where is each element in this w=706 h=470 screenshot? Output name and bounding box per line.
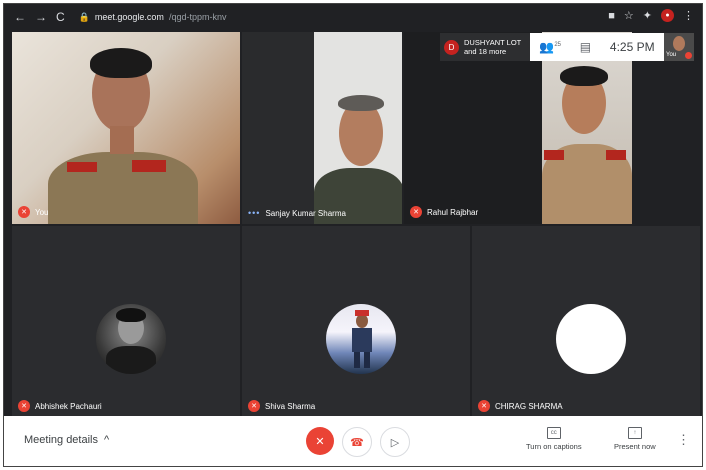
video-tile-you[interactable]: ✕ You bbox=[12, 32, 240, 224]
participant-avatar bbox=[326, 304, 396, 374]
phone-hangup-icon: ☎ bbox=[350, 436, 364, 449]
participant-name: Rahul Rajbhar bbox=[427, 207, 479, 217]
video-grid: ✕ You ••• Sanjay Kumar Sharma ✕ Rahul Ra… bbox=[4, 30, 702, 418]
lock-icon: 🔒 bbox=[78, 11, 90, 22]
url-path: /qgd-tppm-knv bbox=[168, 12, 227, 22]
participant-name: You bbox=[35, 207, 49, 217]
video-tile-shiva[interactable]: ✕ Shiva Sharma bbox=[242, 226, 470, 418]
profile-avatar-icon[interactable]: ● bbox=[661, 9, 674, 22]
video-tile-chirag[interactable]: ✕ CHIRAG SHARMA bbox=[472, 226, 700, 418]
self-view-label: You bbox=[666, 52, 677, 58]
present-icon: ↑ bbox=[627, 427, 642, 439]
forward-icon[interactable]: → bbox=[35, 10, 47, 24]
meeting-clock: 4:25 PM bbox=[609, 40, 655, 54]
menu-kebab-icon[interactable]: ⋮ bbox=[683, 9, 694, 22]
captions-label: Turn on captions bbox=[526, 442, 582, 451]
captions-button[interactable]: cc Turn on captions bbox=[526, 427, 582, 451]
leave-call-button[interactable]: ☎ bbox=[342, 427, 372, 457]
people-button[interactable]: 👥25 bbox=[539, 40, 561, 54]
meeting-details-label: Meeting details bbox=[24, 434, 98, 446]
participant-nametag: ✕ Abhishek Pachauri bbox=[18, 400, 102, 412]
participants-chip-more: and 18 more bbox=[464, 47, 507, 56]
participant-nametag: ••• Sanjay Kumar Sharma bbox=[248, 208, 346, 218]
reload-icon[interactable]: C bbox=[56, 10, 65, 24]
mic-off-icon bbox=[685, 52, 692, 59]
participant-nametag: ✕ CHIRAG SHARMA bbox=[478, 400, 563, 412]
participant-avatar-icon: D bbox=[444, 39, 459, 55]
participant-nametag: ✕ Rahul Rajbhar bbox=[410, 206, 478, 218]
present-now-button[interactable]: ↑ Present now bbox=[614, 427, 656, 451]
camera-indicator-icon[interactable]: ■ bbox=[608, 10, 615, 22]
mic-off-icon: ✕ bbox=[248, 400, 260, 412]
chat-icon[interactable]: ▤ bbox=[580, 40, 591, 54]
star-icon[interactable]: ☆ bbox=[624, 9, 634, 22]
people-count: 25 bbox=[554, 42, 562, 48]
extension-icon[interactable]: ✦ bbox=[643, 9, 652, 22]
participant-nametag: ✕ You bbox=[18, 206, 49, 218]
nav-buttons: ← → C bbox=[14, 10, 65, 24]
browser-toolbar: ← → C 🔒 meet.google.com/qgd-tppm-knv ■ ☆… bbox=[4, 4, 702, 30]
participant-name: CHIRAG SHARMA bbox=[495, 401, 563, 411]
mic-toggle-button[interactable]: ✕ bbox=[306, 427, 334, 455]
address-bar[interactable]: 🔒 meet.google.com/qgd-tppm-knv bbox=[79, 12, 227, 23]
speaking-indicator-icon: ••• bbox=[248, 208, 261, 218]
meeting-topbar: 👥25 ▤ 4:25 PM bbox=[530, 33, 664, 61]
present-label: Present now bbox=[614, 442, 656, 451]
url-host: meet.google.com bbox=[94, 12, 164, 22]
chevron-up-icon: ^ bbox=[104, 434, 110, 446]
participant-avatar bbox=[556, 304, 626, 374]
participant-nametag: ✕ Shiva Sharma bbox=[248, 400, 315, 412]
participant-avatar bbox=[96, 304, 166, 374]
mic-off-icon: ✕ bbox=[18, 400, 30, 412]
participant-name: Abhishek Pachauri bbox=[35, 401, 102, 411]
video-tile-abhishek[interactable]: ✕ Abhishek Pachauri bbox=[12, 226, 240, 418]
meeting-details-button[interactable]: Meeting details ^ bbox=[24, 434, 109, 446]
people-icon: 👥 bbox=[539, 40, 555, 54]
mic-off-icon: ✕ bbox=[315, 435, 325, 448]
participants-chip-name: DUSHYANT LOT bbox=[464, 38, 522, 47]
captions-icon: cc bbox=[546, 427, 561, 439]
mic-off-icon: ✕ bbox=[410, 206, 422, 218]
browser-window: ← → C 🔒 meet.google.com/qgd-tppm-knv ■ ☆… bbox=[3, 3, 703, 467]
more-options-icon[interactable]: ⋮ bbox=[677, 432, 690, 448]
call-controls: ✕ ☎ ▷ bbox=[306, 427, 410, 457]
participants-chip[interactable]: D DUSHYANT LOT and 18 more bbox=[440, 33, 530, 61]
mic-off-icon: ✕ bbox=[478, 400, 490, 412]
camera-icon: ▷ bbox=[390, 436, 400, 449]
mic-off-icon: ✕ bbox=[18, 206, 30, 218]
video-tile-sanjay[interactable]: ••• Sanjay Kumar Sharma bbox=[242, 32, 402, 224]
participant-name: Shiva Sharma bbox=[265, 401, 316, 411]
participant-name: Sanjay Kumar Sharma bbox=[265, 208, 346, 218]
camera-toggle-button[interactable]: ▷ bbox=[380, 427, 410, 457]
browser-tools: ■ ☆ ✦ ● ⋮ bbox=[608, 9, 694, 22]
back-icon[interactable]: ← bbox=[14, 10, 26, 24]
self-view-thumbnail[interactable]: You bbox=[664, 33, 694, 61]
meeting-info-overlay: D DUSHYANT LOT and 18 more 👥25 ▤ 4:25 PM… bbox=[440, 33, 694, 61]
meeting-controls-bar: Meeting details ^ ✕ ☎ ▷ cc Turn on capti… bbox=[4, 416, 702, 466]
